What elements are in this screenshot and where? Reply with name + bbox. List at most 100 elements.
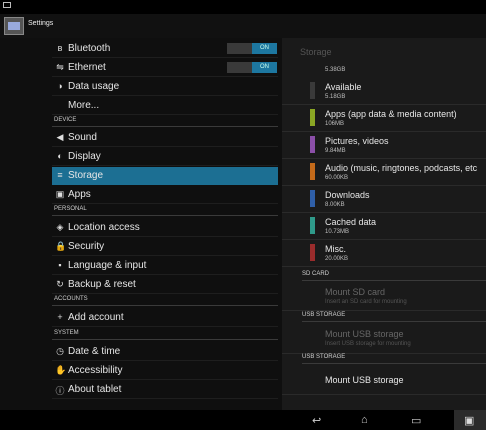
storage-item-audio[interactable]: Audio (music, ringtones, podcasts, etc 6… (282, 159, 486, 186)
storage-item-available[interactable]: Available 5.18GB (282, 78, 486, 105)
info-icon: ⓘ (55, 386, 65, 396)
menu-item-backup-reset[interactable]: ↻ Backup & reset (52, 276, 278, 294)
menu-item-label: Data usage (68, 81, 120, 92)
menu-item-display[interactable]: ◐ Display (52, 148, 278, 166)
menu-item-label: Ethernet (68, 62, 106, 73)
apps-icon: ▣ (55, 189, 65, 199)
bluetooth-icon: ʙ (57, 43, 63, 53)
menu-item-label: More... (68, 100, 100, 111)
menu-item-date-time[interactable]: ◷ Date & time (52, 343, 278, 361)
backup-icon: ↻ (56, 279, 64, 289)
menu-item-label: Date & time (68, 346, 121, 357)
ethernet-icon: ⇋ (56, 62, 64, 72)
bluetooth-toggle[interactable]: ON (227, 43, 277, 54)
item-subtitle: 106MB (325, 121, 345, 127)
mount-usb-storage-item[interactable]: Mount USB storage (282, 368, 486, 395)
menu-item-label: About tablet (68, 384, 122, 395)
menu-item-ethernet[interactable]: ⇋ Ethernet ON (52, 59, 278, 77)
storage-item-downloads[interactable]: Downloads 8.00KB (282, 186, 486, 213)
section-header-system: SYSTEM (52, 330, 278, 340)
apps-swatch (310, 109, 315, 126)
item-subtitle: 60.00KB (325, 175, 349, 181)
section-header-accounts: ACCOUNTS (52, 296, 278, 306)
screenshot-button[interactable]: ▣ (454, 410, 486, 430)
total-space-value: 5.38GB (325, 67, 346, 73)
menu-item-label: Apps (68, 189, 91, 200)
data-usage-icon: ◑ (57, 81, 63, 91)
screenshot-icon: ▣ (464, 415, 475, 427)
settings-app-icon (4, 17, 24, 35)
location-icon: ◈ (56, 222, 64, 232)
item-subtitle: Insert USB storage for mounting (325, 341, 411, 347)
menu-item-location-access[interactable]: ◈ Location access (52, 219, 278, 237)
item-title: Mount USB storage (325, 329, 404, 339)
home-icon[interactable]: ⌂ (361, 414, 368, 426)
menu-item-apps[interactable]: ▣ Apps (52, 186, 278, 204)
menu-item-accessibility[interactable]: ✋ Accessibility (52, 362, 278, 380)
add-icon: + (57, 312, 63, 322)
menu-item-language-input[interactable]: ▪ Language & input (52, 257, 278, 275)
storage-item-pictures-videos[interactable]: Pictures, videos 9.84MB (282, 132, 486, 159)
page-title: Storage (300, 47, 332, 57)
item-title: Mount USB storage (325, 375, 404, 385)
item-subtitle: 20.00KB (325, 256, 349, 262)
menu-item-more[interactable]: More... (52, 97, 278, 115)
menu-item-label: Sound (68, 132, 97, 143)
section-header-usb-storage: USB STORAGE (302, 312, 486, 322)
storage-item-cached-data[interactable]: Cached data 10.73MB (282, 213, 486, 240)
item-subtitle: 10.73MB (325, 229, 350, 235)
audio-swatch (310, 163, 315, 180)
item-title: Mount SD card (325, 287, 386, 297)
toggle-on-label: ON (252, 43, 277, 54)
storage-item-apps[interactable]: Apps (app data & media content) 106MB (282, 105, 486, 132)
item-title: Pictures, videos (325, 136, 389, 146)
menu-item-bluetooth[interactable]: ʙ Bluetooth ON (52, 40, 278, 58)
cached-swatch (310, 217, 315, 234)
menu-item-add-account[interactable]: + Add account (52, 309, 278, 327)
mount-sd-card-item: Mount SD card Insert an SD card for moun… (282, 283, 486, 311)
item-title: Audio (music, ringtones, podcasts, etc (325, 163, 478, 173)
menu-item-label: Location access (68, 222, 140, 233)
downloads-swatch (310, 190, 315, 207)
item-title: Misc. (325, 244, 346, 254)
sound-icon: ◀ (56, 132, 64, 142)
menu-item-sound[interactable]: ◀ Sound (52, 129, 278, 147)
ethernet-toggle[interactable]: ON (227, 62, 277, 73)
settings-menu: ʙ Bluetooth ON ⇋ Ethernet ON ◑ Data usag… (0, 38, 282, 410)
back-icon[interactable]: ↩ (312, 414, 321, 427)
item-subtitle: 5.18GB (325, 94, 346, 100)
navigation-bar: ↩ ⌂ ▭ ▣ (0, 410, 486, 430)
available-swatch (310, 82, 315, 99)
menu-item-label: Backup & reset (68, 279, 136, 290)
pictures-swatch (310, 136, 315, 153)
menu-item-label: Storage (68, 170, 104, 181)
misc-swatch (310, 244, 315, 261)
section-header-device: DEVICE (52, 117, 278, 127)
item-subtitle: 9.84MB (325, 148, 346, 154)
action-bar: Settings (0, 14, 486, 39)
menu-item-security[interactable]: 🔒 Security (52, 238, 278, 256)
storage-item-misc[interactable]: Misc. 20.00KB (282, 240, 486, 267)
app-title: Settings (28, 20, 54, 27)
item-title: Cached data (325, 217, 377, 227)
toggle-on-label: ON (252, 62, 277, 73)
notification-icon (3, 2, 11, 8)
status-bar (0, 0, 486, 14)
menu-item-data-usage[interactable]: ◑ Data usage (52, 78, 278, 96)
clock-icon: ◷ (56, 346, 64, 356)
menu-item-label: Add account (68, 312, 124, 323)
keyboard-icon: ▪ (58, 260, 62, 270)
item-subtitle: Insert an SD card for mounting (325, 299, 407, 305)
menu-item-storage[interactable]: ≡ Storage (52, 167, 278, 185)
item-title: Available (325, 82, 362, 92)
section-header-personal: PERSONAL (52, 206, 278, 216)
item-subtitle: 8.00KB (325, 202, 345, 208)
accessibility-icon: ✋ (55, 365, 67, 375)
menu-item-about-tablet[interactable]: ⓘ About tablet (52, 381, 278, 399)
display-icon: ◐ (57, 151, 63, 161)
item-title: Downloads (325, 190, 370, 200)
mount-usb-storage-item-disabled: Mount USB storage Insert USB storage for… (282, 325, 486, 354)
lock-icon: 🔒 (55, 241, 67, 251)
recents-icon[interactable]: ▭ (411, 414, 421, 427)
item-title: Apps (app data & media content) (325, 109, 457, 119)
